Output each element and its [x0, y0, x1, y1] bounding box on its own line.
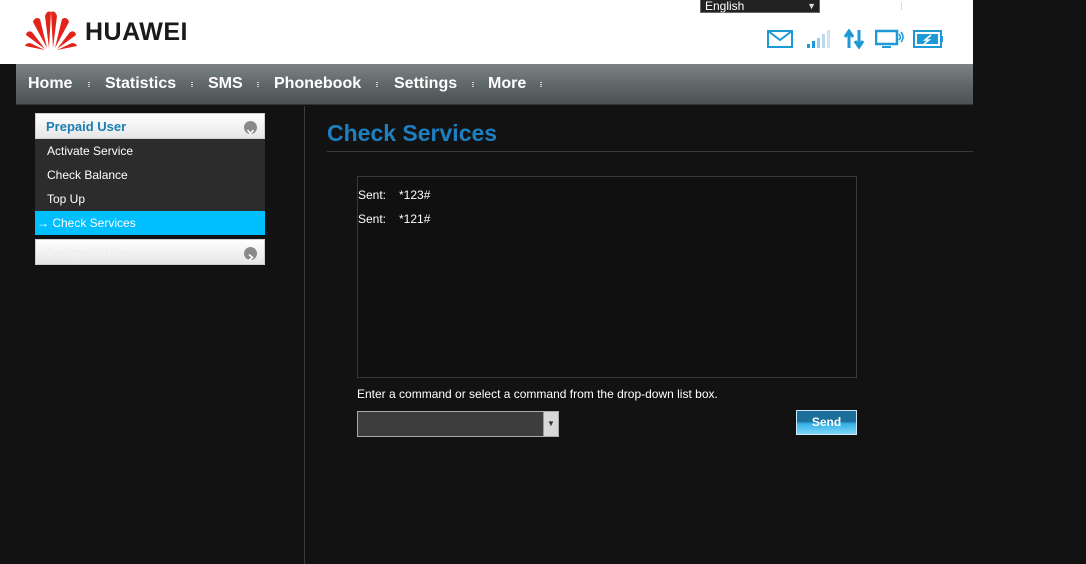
- connection-icon: [875, 29, 905, 49]
- log-label: Sent:: [358, 212, 387, 226]
- send-button[interactable]: Send: [796, 410, 857, 435]
- nav-more[interactable]: More: [488, 64, 526, 104]
- collapse-icon: [244, 121, 257, 135]
- prepaid-user-title: Prepaid User: [46, 119, 127, 134]
- mail-icon[interactable]: [767, 30, 793, 50]
- nav-statistics[interactable]: Statistics: [105, 64, 176, 104]
- signal-icon: [806, 29, 832, 49]
- prepaid-user-menu: Activate Service Check Balance Top Up → …: [35, 139, 265, 235]
- expand-icon: [244, 247, 257, 262]
- prepaid-user-header[interactable]: Prepaid User: [35, 113, 265, 139]
- sidebar-item-activate-service[interactable]: Activate Service: [35, 139, 265, 163]
- postpaid-user-title: Postpaid User: [46, 245, 134, 260]
- title-rule: [327, 151, 973, 152]
- nav-phonebook[interactable]: Phonebook: [274, 64, 361, 104]
- nav-separator: [88, 82, 90, 88]
- header: HUAWEI English ▼: [0, 0, 973, 64]
- sidebar-item-check-services[interactable]: → Check Services: [35, 211, 265, 235]
- log-entry: Sent: *123#: [358, 188, 838, 204]
- sidebar-item-top-up[interactable]: Top Up: [35, 187, 265, 211]
- nav-separator: [472, 82, 474, 88]
- nav-sms[interactable]: SMS: [208, 64, 243, 104]
- main-nav: Home Statistics SMS Phonebook Settings M…: [16, 64, 973, 105]
- command-select[interactable]: ▼: [357, 411, 559, 437]
- battery-icon: [913, 30, 944, 50]
- nav-separator: [540, 82, 542, 88]
- ussd-log[interactable]: Sent: *123# Sent: *121#: [357, 176, 857, 378]
- language-select[interactable]: English ▼: [700, 0, 820, 13]
- sidebar: Prepaid User Activate Service Check Bala…: [35, 113, 265, 265]
- chevron-down-icon: ▼: [807, 1, 816, 11]
- command-hint: Enter a command or select a command from…: [357, 387, 718, 401]
- log-command: *123#: [399, 188, 431, 202]
- nav-separator: [191, 82, 193, 88]
- postpaid-user-header[interactable]: Postpaid User: [35, 239, 265, 265]
- log-command: *121#: [399, 212, 431, 226]
- data-transfer-icon: [843, 29, 865, 49]
- content-divider: [304, 106, 305, 564]
- huawei-flower-icon: [25, 11, 77, 50]
- nav-separator: [376, 82, 378, 88]
- header-divider: [901, 2, 902, 10]
- huawei-logo: HUAWEI: [23, 8, 223, 52]
- nav-separator: [257, 82, 259, 88]
- brand-name: HUAWEI: [85, 18, 188, 46]
- page-title: Check Services: [327, 120, 498, 146]
- log-label: Sent:: [358, 188, 387, 202]
- language-value: English: [705, 0, 745, 13]
- log-entry: Sent: *121#: [358, 212, 838, 228]
- sidebar-item-check-balance[interactable]: Check Balance: [35, 163, 265, 187]
- nav-settings[interactable]: Settings: [394, 64, 457, 104]
- nav-home[interactable]: Home: [28, 64, 72, 104]
- chevron-down-icon[interactable]: ▼: [543, 412, 558, 436]
